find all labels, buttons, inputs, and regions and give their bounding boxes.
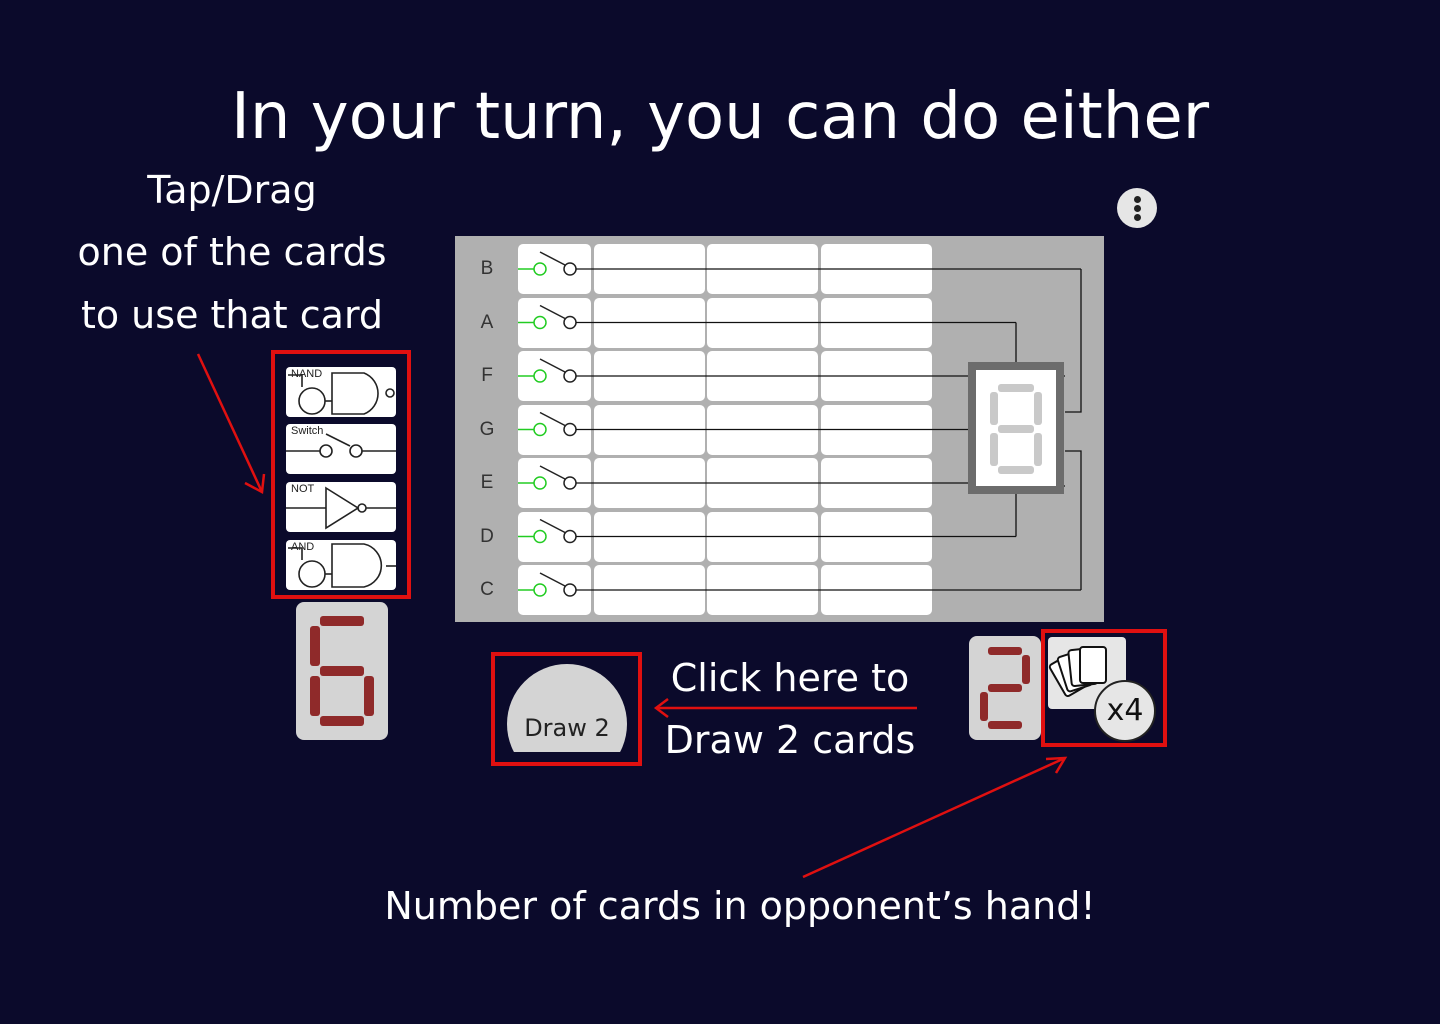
switch-icon [518, 572, 577, 597]
switch-icon [286, 433, 396, 458]
switch-icon [518, 358, 577, 383]
instruction-draw-line1: Click here to [670, 656, 910, 700]
instruction-tap-line1: Tap/Drag [147, 168, 317, 212]
digit-two-icon [980, 647, 1030, 729]
draw-button-label: Draw 2 [524, 714, 610, 742]
instruction-opponent-hand: Number of cards in opponent’s hand! [384, 884, 1096, 928]
segment-d [320, 716, 364, 726]
segment-e [310, 676, 320, 716]
and-gate-icon [288, 543, 396, 588]
switch-icon [518, 251, 577, 276]
card-not[interactable]: NOT [286, 482, 396, 532]
hand-count-display [296, 602, 388, 740]
segment-e [980, 692, 988, 721]
opponent-score-display [969, 636, 1041, 740]
opponent-card-count: x4 [1094, 680, 1156, 742]
segment-b [1022, 655, 1030, 684]
segment-g [988, 684, 1022, 692]
segment-a [988, 647, 1022, 655]
segment-f [310, 626, 320, 666]
segment-c [364, 676, 374, 716]
switch-icon [518, 411, 577, 437]
not-gate-icon [286, 486, 396, 530]
page-title: In your turn, you can do either [231, 80, 1209, 154]
switch-icon [518, 518, 577, 544]
draw-button-area: Draw 2 [491, 654, 641, 752]
card-and[interactable]: AND [286, 540, 396, 590]
circuit-board: BAFGEDC [455, 236, 1104, 622]
nand-gate-icon [288, 372, 395, 415]
segment-g [320, 666, 364, 676]
draw-button[interactable]: Draw 2 [507, 664, 627, 752]
digit-six-icon [310, 616, 374, 726]
arrow-to-hand-icon [196, 353, 264, 493]
instruction-tap-line2: one of the cards [77, 230, 387, 274]
card-nand[interactable]: NAND [286, 367, 396, 417]
switch-icon [518, 304, 577, 330]
segment-a [320, 616, 364, 626]
seven-segment-display [968, 362, 1064, 494]
arrow-to-opponent-icon [802, 756, 1066, 879]
switch-icon [518, 465, 577, 490]
instruction-draw-line2: Draw 2 cards [664, 718, 916, 762]
more-options-button[interactable] [1117, 188, 1157, 228]
segment-d [988, 721, 1022, 729]
card-switch[interactable]: Switch [286, 424, 396, 474]
instruction-tap-line3: to use that card [80, 293, 384, 337]
display-segments-icon [990, 384, 1042, 474]
